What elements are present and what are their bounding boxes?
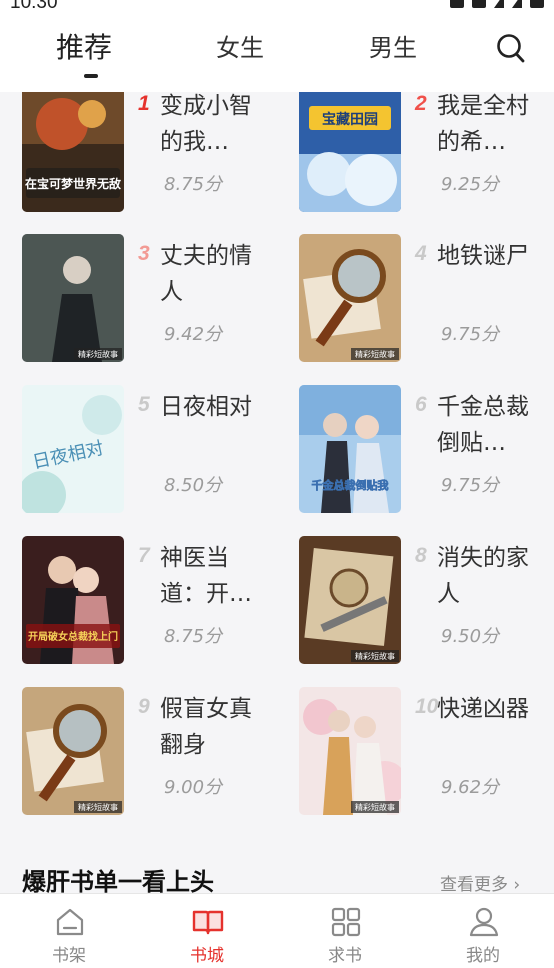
cover-label: 精彩短故事: [355, 802, 395, 812]
book-rank: 4: [415, 242, 427, 265]
tab-indicator: [84, 74, 98, 78]
bookshelf-icon: [56, 908, 84, 936]
mute-icon: [450, 0, 464, 8]
book-card[interactable]: 日夜相对 5 日夜相对 8.50分: [22, 385, 292, 515]
top-nav: 推荐 女生 男生: [0, 14, 554, 92]
book-rank: 6: [415, 393, 427, 416]
book-ranking-grid: 在宝可梦世界无敌 1 变成小智的我… 8.75分 宝藏田园 2 我是全村的希… …: [0, 92, 554, 894]
book-cover: 千金总裁倒贴我: [299, 385, 401, 513]
dnd-icon: [472, 0, 486, 8]
book-rank: 10: [415, 695, 439, 718]
book-card[interactable]: 宝藏田园 2 我是全村的希… 9.25分: [299, 92, 554, 214]
book-title: 变成小智的我…: [160, 93, 252, 155]
open-book-icon: [192, 910, 224, 935]
book-card[interactable]: 开局破女总裁找上门 7 神医当道：开… 8.75分: [22, 536, 292, 666]
book-score: 9.42分: [164, 324, 223, 345]
book-cover: 宝藏田园: [299, 92, 401, 212]
battery-icon: [530, 0, 544, 8]
book-card[interactable]: 精彩短故事 3 丈夫的情人 9.42分: [22, 234, 292, 364]
nav-mine[interactable]: 我的: [414, 894, 552, 968]
tab-male[interactable]: 男生: [369, 28, 417, 63]
book-score: 9.62分: [441, 777, 500, 798]
book-card[interactable]: 千金总裁倒贴我 6 千金总裁倒贴… 9.75分: [299, 385, 554, 515]
tab-recommend[interactable]: 推荐: [56, 26, 112, 66]
nav-bookstore[interactable]: 书城: [138, 894, 276, 968]
cover-label: 精彩短故事: [355, 651, 395, 661]
book-score: 9.25分: [441, 174, 500, 195]
book-cover: 精彩短故事: [22, 687, 124, 815]
nav-label: 书架: [52, 946, 86, 966]
book-title: 假盲女真翻身: [160, 696, 252, 758]
book-rank: 3: [138, 242, 150, 265]
book-cover: 精彩短故事: [299, 234, 401, 362]
cover-title: 开局破女总裁找上门: [28, 630, 118, 643]
search-icon: [497, 34, 525, 63]
book-score: 8.75分: [164, 626, 223, 647]
book-rank: 8: [415, 544, 427, 567]
nav-label: 求书: [328, 946, 362, 966]
book-cover: 开局破女总裁找上门: [22, 536, 124, 664]
wifi-icon: [494, 0, 504, 8]
book-title: 丈夫的情人: [160, 243, 252, 305]
book-cover: 精彩短故事: [299, 687, 401, 815]
book-card[interactable]: 精彩短故事 8 消失的家人 9.50分: [299, 536, 554, 666]
book-card[interactable]: 精彩短故事 9 假盲女真翻身 9.00分: [22, 687, 292, 817]
book-score: 9.50分: [441, 626, 500, 647]
book-score: 9.75分: [441, 475, 500, 496]
book-score: 8.50分: [164, 475, 223, 496]
cover-title: 在宝可梦世界无敌: [25, 176, 121, 191]
book-title: 消失的家人: [437, 545, 529, 607]
cover-label: 精彩短故事: [78, 349, 118, 359]
book-card[interactable]: 精彩短故事 4 地铁谜尸 9.75分: [299, 234, 554, 364]
book-title: 日夜相对: [160, 394, 252, 420]
status-icons: [450, 0, 544, 8]
book-card[interactable]: 精彩短故事 10 快递凶器 9.62分: [299, 687, 554, 817]
bottom-nav: 书架 书城 求书 我的: [0, 893, 554, 968]
book-title: 神医当道：开…: [160, 545, 252, 607]
cover-title: 宝藏田园: [322, 111, 378, 128]
see-more-link[interactable]: 查看更多 ›: [440, 870, 520, 894]
grid-icon: [331, 907, 361, 937]
cover-label: 精彩短故事: [355, 349, 395, 359]
section-title: 爆肝书单一看上头: [22, 868, 214, 894]
status-bar: 10:30: [0, 0, 554, 14]
book-score: 9.75分: [441, 324, 500, 345]
book-cover: 日夜相对: [22, 385, 124, 513]
book-title: 地铁谜尸: [437, 243, 529, 269]
book-cover: 精彩短故事: [22, 234, 124, 362]
book-rank: 5: [138, 393, 150, 416]
tab-female[interactable]: 女生: [216, 28, 264, 63]
search-button[interactable]: [496, 32, 526, 64]
nav-label: 我的: [466, 946, 500, 966]
book-rank: 1: [138, 92, 150, 115]
book-score: 8.75分: [164, 174, 223, 195]
book-title: 我是全村的希…: [437, 93, 529, 155]
status-time: 10:30: [10, 0, 58, 13]
nav-request-book[interactable]: 求书: [276, 894, 414, 968]
cover-title: 千金总裁倒贴我: [312, 478, 389, 492]
cover-label: 精彩短故事: [78, 802, 118, 812]
book-cover: 精彩短故事: [299, 536, 401, 664]
book-title: 快递凶器: [437, 696, 529, 722]
book-score: 9.00分: [164, 777, 223, 798]
book-card[interactable]: 在宝可梦世界无敌 1 变成小智的我… 8.75分: [22, 92, 292, 214]
nav-label: 书城: [190, 946, 224, 966]
book-rank: 2: [415, 92, 427, 115]
person-icon: [469, 907, 499, 937]
signal-icon: [512, 0, 522, 8]
book-cover: 在宝可梦世界无敌: [22, 92, 124, 212]
book-rank: 9: [138, 695, 150, 718]
book-title: 千金总裁倒贴…: [437, 394, 529, 456]
book-rank: 7: [138, 544, 150, 567]
nav-bookshelf[interactable]: 书架: [0, 894, 138, 968]
